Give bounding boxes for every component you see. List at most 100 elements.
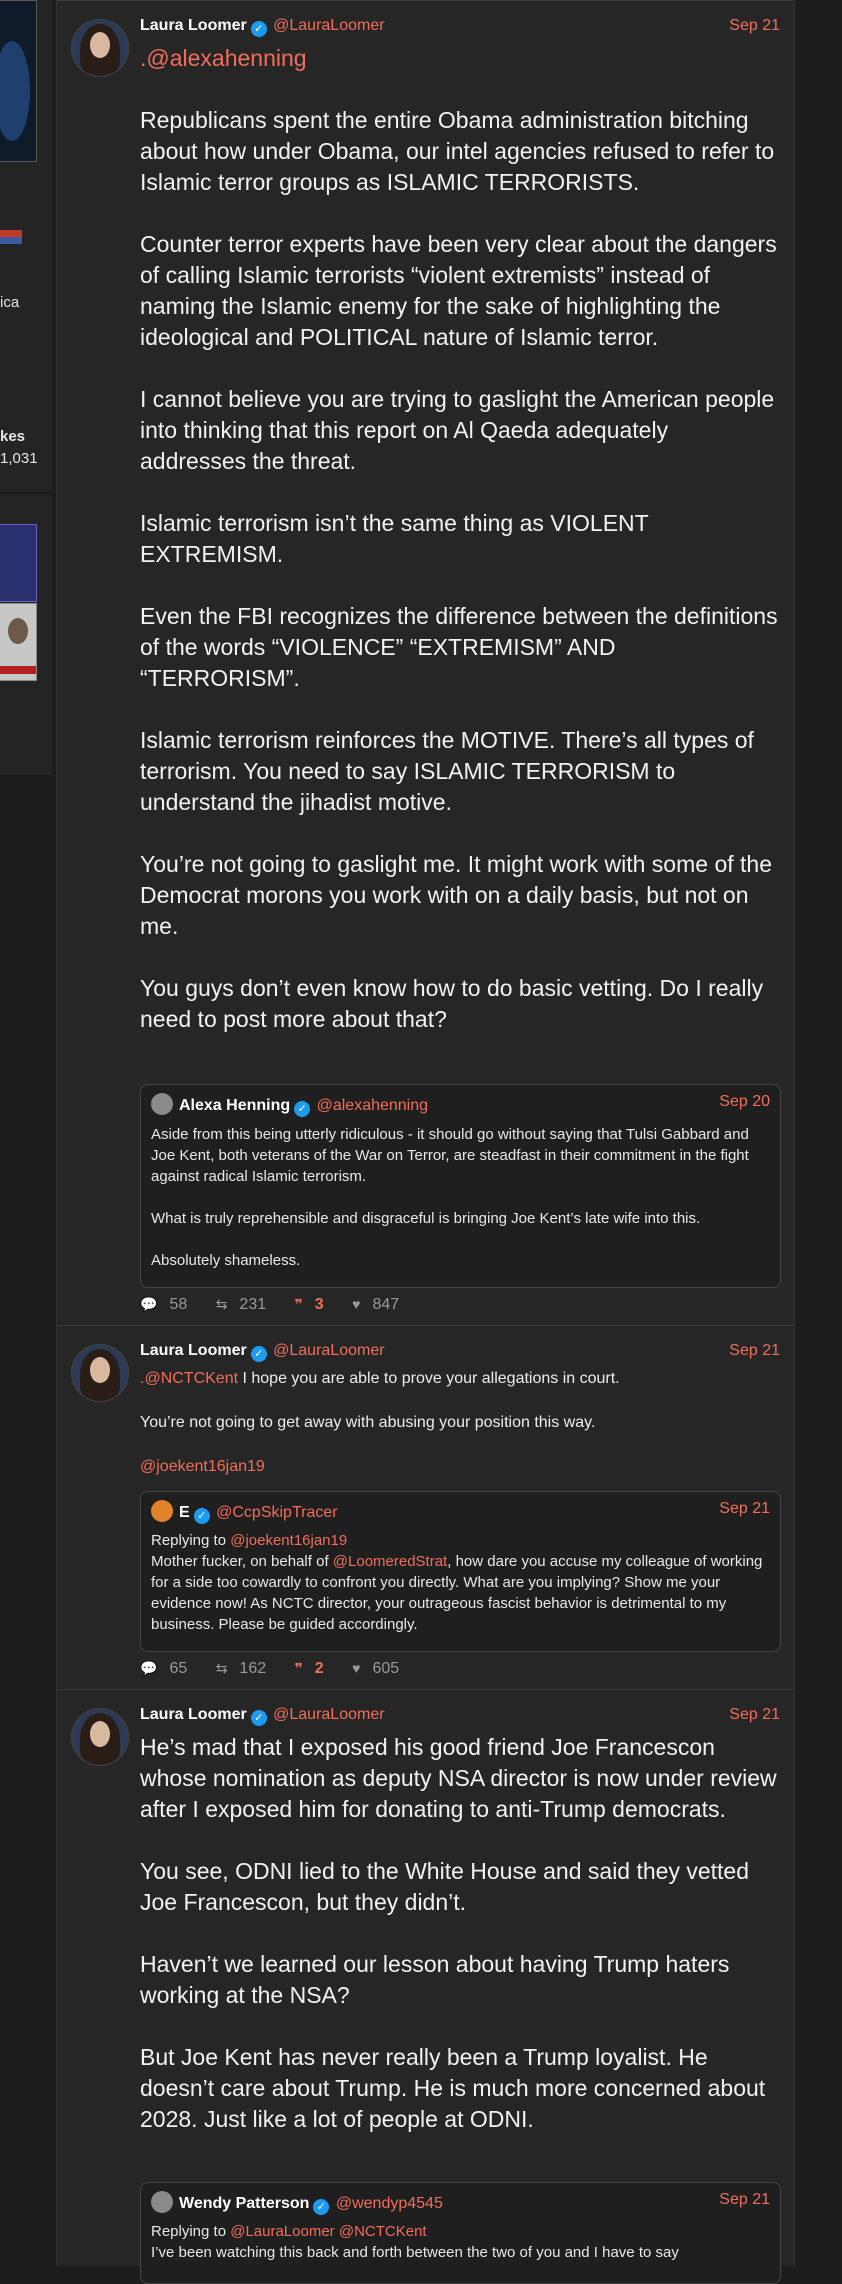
post-paragraph: You’re not going to gaslight me. It migh… <box>140 851 772 939</box>
quoted-post[interactable]: Wendy Patterson ✓ @wendyp4545 Sep 21 Repl… <box>140 2182 781 2284</box>
author-handle[interactable]: @alexahenning <box>317 1097 428 1114</box>
quote-paragraph: What is truly reprehensible and disgrace… <box>151 1210 701 1227</box>
post-paragraph: Islamic terrorism reinforces the MOTIVE.… <box>140 727 754 815</box>
mention-link[interactable]: @NCTCKent <box>144 1370 238 1387</box>
post-paragraph: Even the FBI recognizes the difference b… <box>140 603 778 691</box>
left-panel: ica kes 1,031 <box>0 0 52 775</box>
media-thumbnail[interactable] <box>0 603 37 681</box>
quote-paragraph: I’ve been watching this back and forth b… <box>151 2244 679 2261</box>
post-stats: 💬 58 ⇆ 231 ❞ 3 ♥ 847 <box>140 1296 423 1316</box>
quoted-post-header: Alexa Henning ✓ @alexahenning Sep 20 <box>151 1093 770 1117</box>
avatar[interactable] <box>151 1500 173 1522</box>
verified-badge-icon: ✓ <box>193 1508 210 1524</box>
author-handle[interactable]: @LauraLoomer <box>273 1706 384 1723</box>
quote-paragraph: Absolutely shameless. <box>151 1252 301 1269</box>
verified-badge-icon: ✓ <box>250 21 267 37</box>
author-name[interactable]: Alexa Henning <box>179 1097 290 1114</box>
reply-button[interactable]: 💬 58 <box>140 1296 199 1313</box>
post-paragraph: I cannot believe you are trying to gasli… <box>140 386 775 474</box>
post-paragraph: Haven’t we learned our lesson about havi… <box>140 1951 730 2008</box>
mention-link[interactable]: @alexahenning <box>146 45 306 71</box>
post-header: Laura Loomer ✓ @LauraLoomer Sep 21 <box>140 1342 780 1364</box>
post-date[interactable]: Sep 21 <box>719 1500 770 1518</box>
mention-link[interactable]: @LauraLoomer @NCTCKent <box>230 2223 426 2240</box>
avatar[interactable] <box>151 2191 173 2213</box>
reply-button[interactable]: 💬 65 <box>140 1660 199 1677</box>
media-thumbnail[interactable] <box>0 524 37 602</box>
verified-badge-icon: ✓ <box>250 1710 267 1726</box>
post-paragraph: You’re not going to get away with abusin… <box>140 1414 596 1431</box>
quoted-post-header: Wendy Patterson ✓ @wendyp4545 Sep 21 <box>151 2191 770 2215</box>
post-header: Laura Loomer ✓ @LauraLoomer Sep 21 <box>140 1706 780 1728</box>
quoted-post[interactable]: E ✓ @CcpSkipTracer Sep 21 Replying to @jo… <box>140 1491 781 1652</box>
post-paragraph: Islamic terrorism isn’t the same thing a… <box>140 510 649 567</box>
avatar[interactable] <box>71 19 129 77</box>
author-name[interactable]: E <box>179 1504 190 1521</box>
like-icon: ♥ <box>352 1660 361 1676</box>
divider <box>0 492 52 494</box>
post-feed: Laura Loomer ✓ @LauraLoomer Sep 21 .@alex… <box>56 0 795 2284</box>
quote-paragraph: Aside from this being utterly ridiculous… <box>151 1126 749 1185</box>
post-date[interactable]: Sep 21 <box>729 1342 780 1360</box>
quoted-post-body: Replying to @joekent16jan19 Mother fucke… <box>151 1532 763 1633</box>
mention-link[interactable]: @joekent16jan19 <box>230 1532 347 1549</box>
author-handle[interactable]: @wendyp4545 <box>336 2195 443 2212</box>
post-paragraph: He’s mad that I exposed his good friend … <box>140 1734 777 1822</box>
quote-button[interactable]: ❞ 2 <box>295 1660 336 1677</box>
author-name[interactable]: Laura Loomer <box>140 17 247 34</box>
reply-icon: 💬 <box>140 1296 158 1312</box>
verified-badge-icon: ✓ <box>294 1101 311 1117</box>
post-paragraph: Counter terror experts have been very cl… <box>140 231 777 350</box>
post[interactable]: Laura Loomer ✓ @LauraLoomer Sep 21 .@alex… <box>57 0 794 1326</box>
mention-link[interactable]: @LoomeredStrat <box>333 1553 447 1570</box>
verified-badge-icon: ✓ <box>313 2199 330 2215</box>
quoted-post-body: Replying to @LauraLoomer @NCTCKent I’ve … <box>151 2221 770 2263</box>
post-header: Laura Loomer ✓ @LauraLoomer Sep 21 <box>140 17 780 39</box>
quote-icon: ❞ <box>294 1296 303 1312</box>
repost-button[interactable]: ⇆ 162 <box>216 1660 278 1677</box>
post-paragraph: You see, ODNI lied to the White House an… <box>140 1858 750 1915</box>
avatar[interactable] <box>71 1344 129 1402</box>
post-body: .@alexahenning Republicans spent the ent… <box>140 43 780 1035</box>
post-paragraph: Republicans spent the entire Obama admin… <box>140 107 775 195</box>
post[interactable]: Laura Loomer ✓ @LauraLoomer Sep 21 He’s m… <box>57 1689 794 2284</box>
post-date[interactable]: Sep 21 <box>719 2191 770 2209</box>
reply-icon: 💬 <box>140 1660 158 1676</box>
post-paragraph: You guys don’t even know how to do basic… <box>140 975 764 1032</box>
post-date[interactable]: Sep 21 <box>729 17 780 35</box>
quote-icon: ❞ <box>294 1660 303 1676</box>
truncated-count: 1,031 <box>0 450 38 467</box>
like-button[interactable]: ♥ 605 <box>352 1660 411 1677</box>
repost-button[interactable]: ⇆ 231 <box>216 1296 278 1313</box>
post[interactable]: Laura Loomer ✓ @LauraLoomer Sep 21 .@NCTC… <box>57 1325 794 1690</box>
truncated-text: ica <box>0 294 20 311</box>
avatar[interactable] <box>71 1708 129 1766</box>
us-flag-icon <box>0 230 22 244</box>
quoted-post-header: E ✓ @CcpSkipTracer Sep 21 <box>151 1500 770 1524</box>
post-body: .@NCTCKent I hope you are able to prove … <box>140 1368 780 1478</box>
truncated-label: kes <box>0 428 26 445</box>
author-handle[interactable]: @LauraLoomer <box>273 1342 384 1359</box>
author-name[interactable]: Laura Loomer <box>140 1706 247 1723</box>
quoted-post[interactable]: Alexa Henning ✓ @alexahenning Sep 20 Asid… <box>140 1084 781 1288</box>
author-handle[interactable]: @LauraLoomer <box>273 17 384 34</box>
avatar[interactable] <box>151 1093 173 1115</box>
quote-button[interactable]: ❞ 3 <box>295 1296 336 1313</box>
mention-link[interactable]: @joekent16jan19 <box>140 1456 780 1478</box>
author-name[interactable]: Laura Loomer <box>140 1342 247 1359</box>
author-name[interactable]: Wendy Patterson <box>179 2195 309 2212</box>
post-paragraph: But Joe Kent has never really been a Tru… <box>140 2044 766 2132</box>
post-body: He’s mad that I exposed his good friend … <box>140 1732 780 2135</box>
verified-badge-icon: ✓ <box>250 1346 267 1362</box>
post-date[interactable]: Sep 20 <box>719 1093 770 1111</box>
post-stats: 💬 65 ⇆ 162 ❞ 2 ♥ 605 <box>140 1660 423 1680</box>
author-handle[interactable]: @CcpSkipTracer <box>216 1504 337 1521</box>
repost-icon: ⇆ <box>215 1660 228 1676</box>
profile-image-thumbnail[interactable] <box>0 0 37 162</box>
like-button[interactable]: ♥ 847 <box>352 1296 411 1313</box>
post-date[interactable]: Sep 21 <box>729 1706 780 1724</box>
quoted-post-body: Aside from this being utterly ridiculous… <box>151 1124 770 1271</box>
like-icon: ♥ <box>352 1296 361 1312</box>
repost-icon: ⇆ <box>215 1296 228 1312</box>
left-sidebar: ica kes 1,031 <box>0 0 54 2266</box>
